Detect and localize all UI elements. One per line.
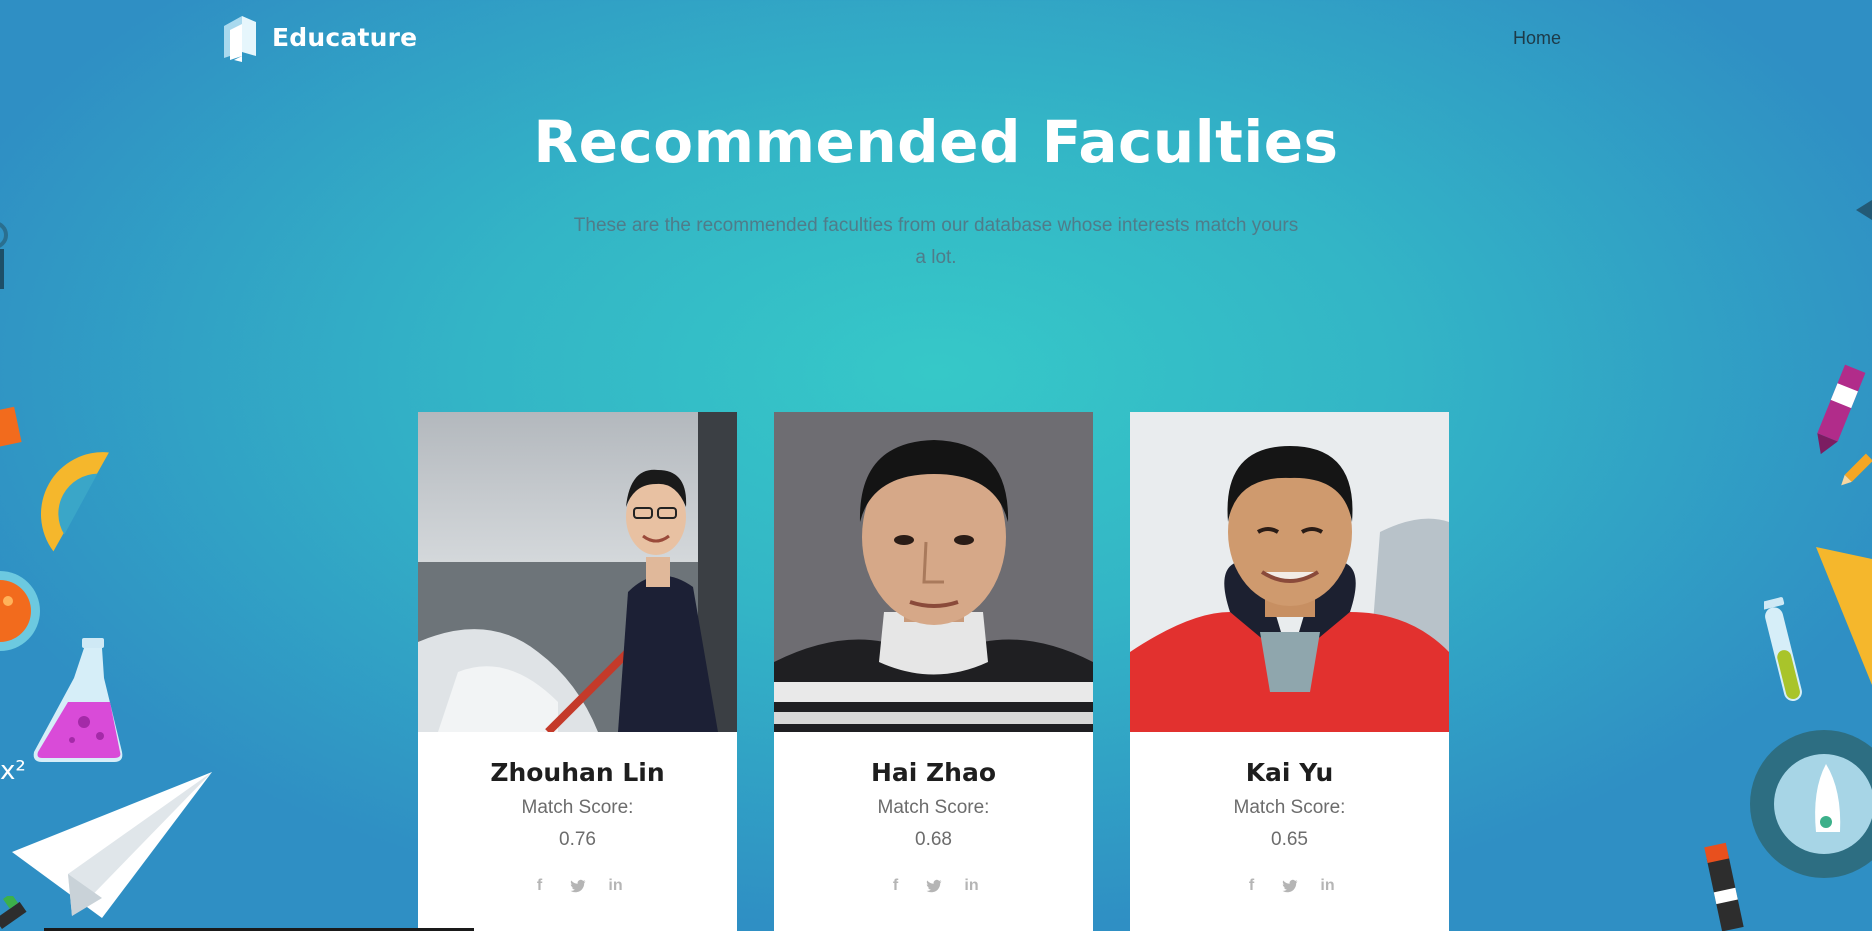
magnifier-icon (0, 222, 8, 289)
nav-link-home[interactable]: Home (1513, 28, 1561, 49)
crayon-purple-icon (1817, 364, 1866, 455)
faculty-name: Kai Yu (1245, 758, 1334, 787)
faculty-photo (774, 412, 1093, 732)
eraser-icon (0, 406, 22, 448)
match-score-label: Match Score: (521, 797, 634, 818)
linkedin-icon[interactable]: in (1319, 877, 1337, 895)
twitter-icon[interactable] (925, 877, 943, 895)
test-tube-icon (1764, 597, 1802, 702)
social-links: f in (418, 877, 737, 895)
linkedin-icon[interactable]: in (607, 877, 625, 895)
brand-name: Educature (272, 22, 418, 52)
faculty-card[interactable]: Hai Zhao Match Score: 0.68 f in (774, 412, 1093, 931)
paper-corner-icon (1856, 200, 1872, 220)
faculty-photo (418, 412, 737, 732)
ruler-triangle-icon (1816, 547, 1872, 685)
twitter-icon[interactable] (569, 877, 587, 895)
match-score-value: 0.76 (559, 829, 596, 850)
flask-icon (33, 638, 123, 762)
protractor-icon (40, 452, 109, 552)
page-subtitle: These are the recommended faculties from… (573, 215, 1299, 268)
page-title: Recommended Faculties (533, 108, 1339, 176)
faculty-card[interactable]: Kai Yu Match Score: 0.65 f in (1130, 412, 1449, 931)
match-score-label: Match Score: (877, 797, 990, 818)
faculty-photo (1130, 412, 1449, 732)
facebook-icon[interactable]: f (887, 877, 905, 895)
brand[interactable]: Educature (220, 12, 417, 62)
social-links: f in (1130, 877, 1449, 895)
pen-icon (0, 896, 27, 929)
paper-plane-icon (12, 772, 212, 918)
faculty-card[interactable]: Zhouhan Lin Match Score: 0.76 f in (418, 412, 737, 931)
faculty-name: Hai Zhao (870, 758, 997, 787)
facebook-icon[interactable]: f (531, 877, 549, 895)
match-score-value: 0.68 (915, 829, 952, 850)
linkedin-icon[interactable]: in (963, 877, 981, 895)
social-links: f in (774, 877, 1093, 895)
marker-icon (1704, 842, 1744, 931)
match-score-value: 0.65 (1271, 829, 1308, 850)
book-logo-icon (224, 16, 256, 62)
navbar: Educature Home (0, 0, 1872, 78)
facebook-icon[interactable]: f (1243, 877, 1261, 895)
rocket-globe-icon (1750, 730, 1872, 878)
pencil-icon (1841, 453, 1872, 486)
twitter-icon[interactable] (1281, 877, 1299, 895)
faculty-name: Zhouhan Lin (490, 758, 665, 787)
match-score-label: Match Score: (1233, 797, 1346, 818)
